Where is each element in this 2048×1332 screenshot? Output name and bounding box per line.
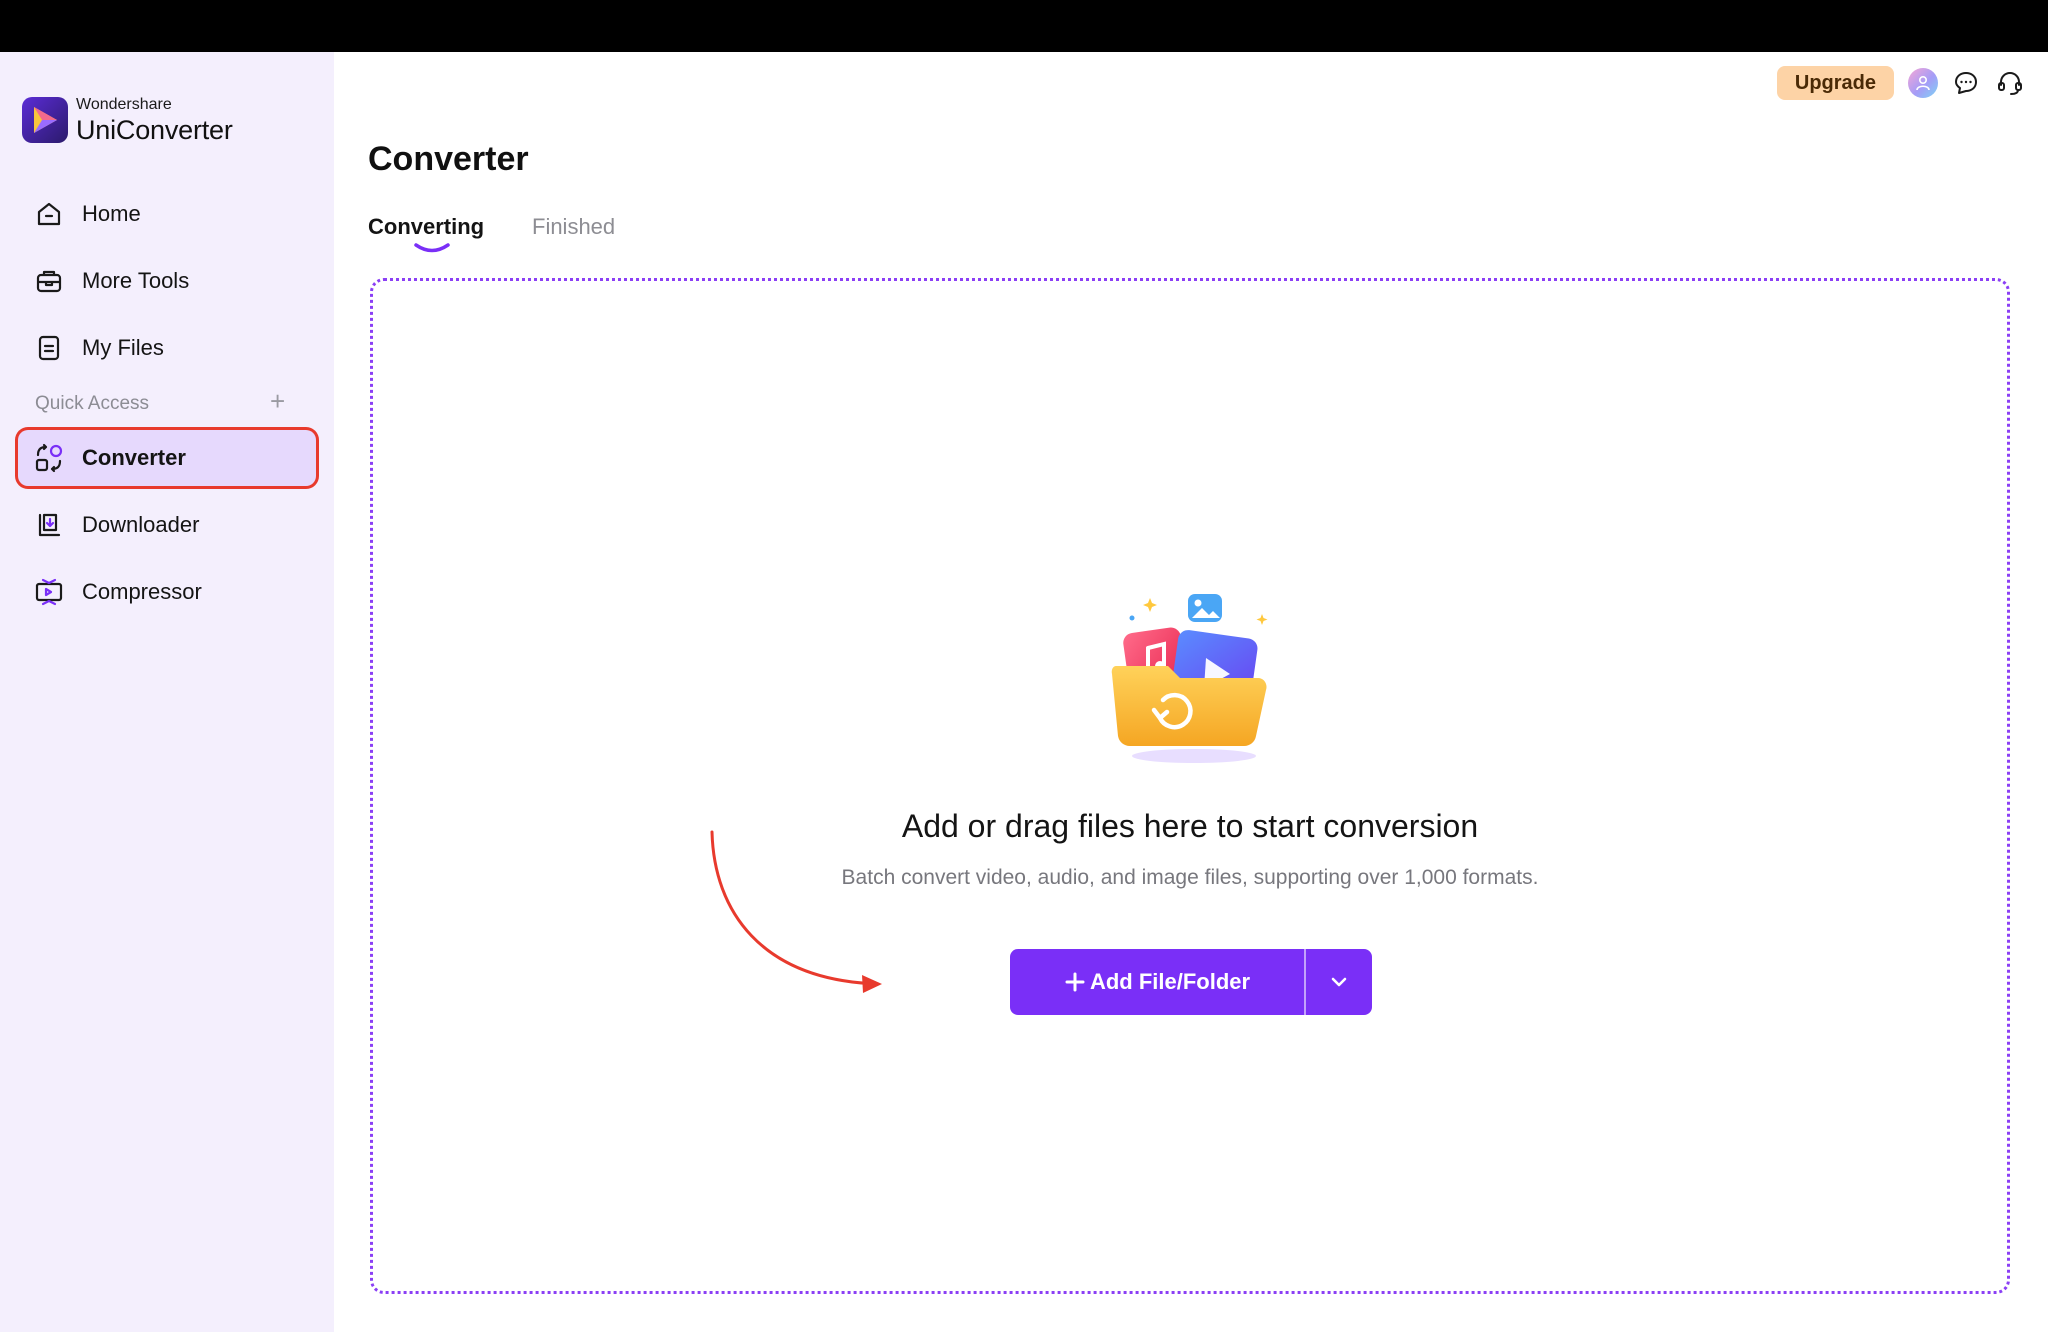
button-divider (1304, 949, 1306, 1015)
annotation-arrow-icon (710, 830, 882, 993)
header-actions: Upgrade (1776, 66, 2026, 100)
add-file-folder-split-button: Add File/Folder (1010, 949, 1372, 1015)
drop-zone-headline: Add or drag files here to start conversi… (901, 808, 1479, 844)
sidebar-item-label: Home (82, 201, 141, 226)
upgrade-button[interactable]: Upgrade (1776, 66, 1894, 100)
plus-icon (1065, 972, 1085, 992)
window-top-bar (0, 0, 2048, 52)
add-quick-access-icon[interactable]: + (270, 388, 285, 414)
file-icon (34, 333, 64, 363)
add-options-dropdown-button[interactable] (1306, 949, 1372, 1015)
add-file-folder-label: Add File/Folder (1089, 969, 1251, 994)
brand: Wondershare UniConverter (22, 96, 233, 144)
toolbox-icon (34, 266, 64, 296)
brand-company: Wondershare (76, 95, 172, 113)
sidebar-item-label: Converter (82, 445, 186, 470)
media-folder-illustration (1111, 594, 1268, 763)
uniconverter-logo-icon (22, 97, 68, 143)
quick-access-label: Quick Access (35, 393, 150, 414)
sidebar-item-compressor[interactable]: Compressor (18, 564, 316, 620)
sidebar-item-home[interactable]: Home (18, 186, 316, 242)
drop-zone-subline: Batch convert video, audio, and image fi… (841, 866, 1539, 889)
support-headset-icon[interactable] (1994, 67, 2026, 99)
avatar[interactable] (1908, 68, 1938, 98)
sidebar: Wondershare UniConverter Home More Tools (0, 52, 334, 1332)
home-icon (34, 199, 64, 229)
sidebar-item-my-files[interactable]: My Files (18, 320, 316, 376)
sidebar-item-label: More Tools (82, 268, 190, 293)
tab-converting[interactable]: Converting (368, 214, 485, 253)
chat-icon[interactable] (1950, 67, 1982, 99)
file-drop-zone[interactable] (370, 278, 2010, 1294)
add-file-folder-button[interactable]: Add File/Folder (1010, 949, 1304, 1015)
sidebar-item-label: Downloader (82, 512, 200, 537)
sidebar-item-converter[interactable]: Converter (18, 430, 316, 486)
sidebar-item-label: My Files (82, 335, 164, 360)
tab-active-indicator (414, 243, 450, 253)
brand-product: UniConverter (76, 114, 233, 145)
sidebar-item-label: Compressor (82, 579, 202, 604)
converter-icon (34, 443, 64, 473)
page-title: Converter (368, 140, 529, 178)
tab-finished[interactable]: Finished (532, 214, 615, 240)
chevron-down-icon (1331, 977, 1347, 987)
tab-label: Converting (368, 214, 485, 239)
compressor-icon (34, 577, 64, 607)
sidebar-item-downloader[interactable]: Downloader (18, 497, 316, 553)
tab-label: Finished (532, 214, 616, 239)
sidebar-item-more-tools[interactable]: More Tools (18, 253, 316, 309)
downloader-icon (34, 510, 64, 540)
